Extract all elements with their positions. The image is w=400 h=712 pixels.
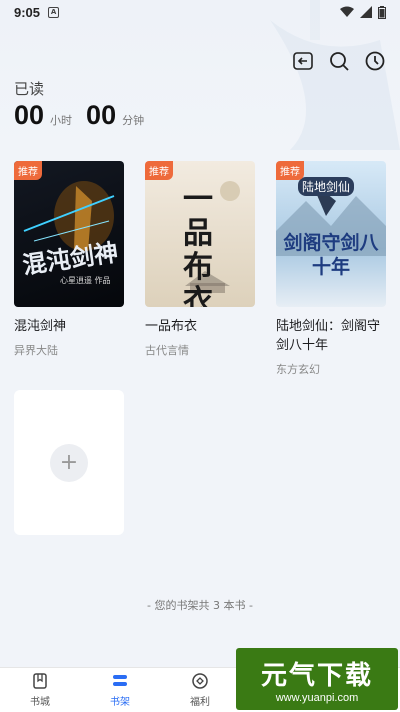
nav-label: 福利 bbox=[190, 697, 210, 708]
nav-label: 书架 bbox=[110, 697, 130, 708]
recommend-badge: 推荐 bbox=[276, 161, 304, 180]
book-title: 一品布衣 bbox=[145, 319, 198, 334]
search-button[interactable] bbox=[328, 50, 350, 72]
status-icons bbox=[340, 5, 386, 19]
signal-icon bbox=[360, 6, 372, 18]
book-cover[interactable]: 推荐 一品布衣 bbox=[145, 161, 255, 307]
status-bar: 9:05 A bbox=[0, 0, 400, 24]
recommend-badge: 推荐 bbox=[145, 161, 173, 180]
book-title: 陆地剑仙：剑阁守剑八十年 bbox=[276, 319, 381, 353]
book-item[interactable]: 推荐 陆地剑仙 剑阁守剑八十年 陆地剑仙：剑阁守剑八十年 东方玄幻 bbox=[276, 161, 386, 377]
notification-a-icon: A bbox=[48, 6, 60, 18]
book-genre: 东方玄幻 bbox=[276, 363, 320, 376]
nav-label: 书城 bbox=[30, 697, 50, 708]
nav-item-bookshelf[interactable]: 书架 bbox=[80, 668, 160, 712]
cover-author: 心星逍遥 作品 bbox=[60, 276, 111, 285]
search-icon bbox=[330, 52, 349, 71]
minutes-unit: 分钟 bbox=[122, 114, 145, 127]
reading-hours: 00 bbox=[14, 100, 45, 130]
shelf-count-text: - 您的书架共 3 本书 - bbox=[147, 599, 253, 612]
reading-minutes: 00 bbox=[86, 100, 117, 130]
book-title: 混沌剑神 bbox=[14, 319, 67, 334]
cover-title: 一品布衣 bbox=[183, 182, 213, 308]
book-genre: 异界大陆 bbox=[14, 344, 58, 357]
watermark-url: www.yuanpi.com bbox=[275, 691, 359, 704]
reading-time: 00 小时 00 分钟 bbox=[14, 100, 158, 131]
nav-item-bookstore[interactable]: 书城 bbox=[0, 668, 80, 712]
status-time: 9:05 bbox=[14, 4, 41, 20]
add-book-card[interactable]: + bbox=[14, 390, 124, 535]
clock-icon bbox=[365, 51, 385, 71]
hours-unit: 小时 bbox=[50, 114, 73, 127]
nav-item-welfare[interactable]: 福利 bbox=[160, 668, 240, 712]
wifi-icon bbox=[340, 6, 354, 17]
recommend-badge: 推荐 bbox=[14, 161, 42, 180]
gift-icon bbox=[192, 673, 208, 689]
import-button[interactable] bbox=[292, 50, 314, 72]
book-icon bbox=[33, 673, 47, 689]
watermark-logo: 元气下载 www.yuanpi.com bbox=[236, 648, 398, 710]
book-genre: 古代言情 bbox=[145, 344, 189, 357]
watermark-title: 元气下载 bbox=[260, 660, 373, 691]
plus-icon: + bbox=[50, 443, 88, 482]
book-cover[interactable]: 推荐 混沌剑神 心星逍遥 作品 bbox=[14, 161, 124, 307]
book-item[interactable]: 推荐 一品布衣 一品布衣 古代言情 bbox=[145, 161, 255, 358]
top-toolbar bbox=[292, 50, 386, 72]
import-icon bbox=[293, 52, 313, 70]
book-item[interactable]: 推荐 混沌剑神 心星逍遥 作品 混沌剑神 异界大陆 bbox=[14, 161, 124, 358]
cover-title: 剑阁守剑八十年 bbox=[283, 232, 379, 278]
shelf-icon bbox=[113, 675, 127, 686]
battery-icon bbox=[378, 5, 386, 19]
reading-label: 已读 bbox=[14, 80, 45, 98]
cover-subtitle: 陆地剑仙 bbox=[298, 177, 355, 196]
book-cover[interactable]: 推荐 陆地剑仙 剑阁守剑八十年 bbox=[276, 161, 386, 307]
history-button[interactable] bbox=[364, 50, 386, 72]
